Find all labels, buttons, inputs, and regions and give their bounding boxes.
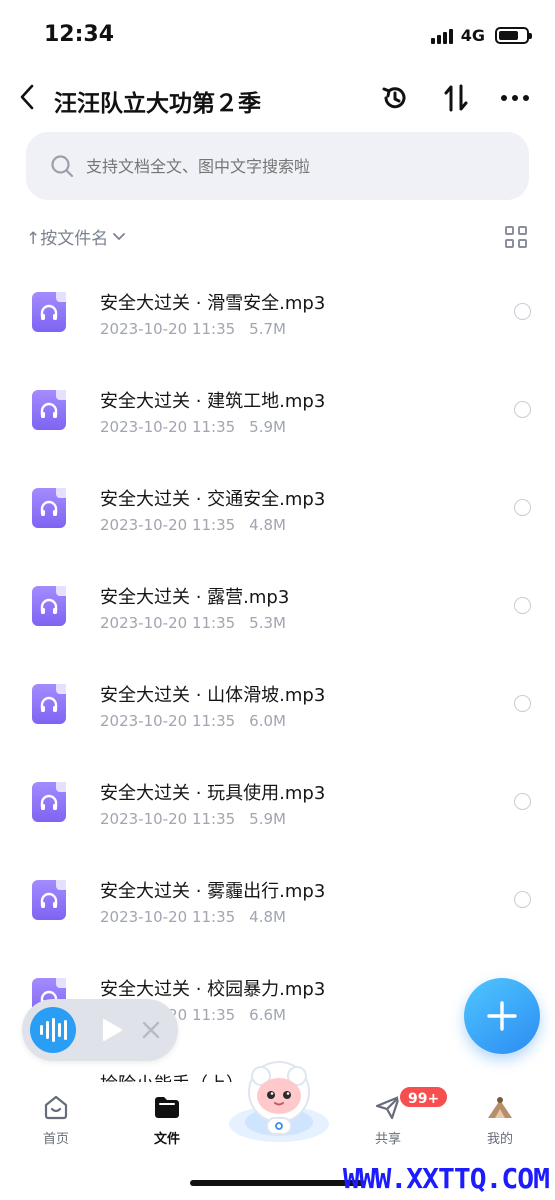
folder-icon <box>152 1092 182 1122</box>
select-checkbox[interactable] <box>514 695 531 712</box>
tab-files[interactable]: 文件 <box>132 1092 202 1147</box>
select-checkbox[interactable] <box>514 401 531 418</box>
file-size: 6.0M <box>249 712 286 730</box>
audio-mini-player[interactable] <box>22 999 178 1061</box>
audio-file-icon <box>32 586 66 626</box>
sort-order-button[interactable] <box>440 82 472 114</box>
file-name: 安全大过关 · 雾霾出行.mp3 <box>100 881 326 902</box>
file-row[interactable]: 安全大过关 · 玩具使用.mp3 2023-10-20 11:35 5.9M <box>0 752 555 850</box>
file-date: 2023-10-20 11:35 <box>100 810 236 828</box>
home-icon <box>41 1092 71 1122</box>
close-icon[interactable] <box>138 1017 164 1043</box>
audio-file-icon <box>32 292 66 332</box>
home-indicator <box>190 1180 365 1186</box>
select-checkbox[interactable] <box>514 793 531 810</box>
grid-view-icon[interactable] <box>505 226 527 248</box>
file-name: 安全大过关 · 山体滑坡.mp3 <box>100 685 326 706</box>
file-date: 2023-10-20 11:35 <box>100 712 236 730</box>
tab-profile-label: 我的 <box>486 1132 513 1147</box>
file-size: 4.8M <box>249 516 286 534</box>
tab-home-label: 首页 <box>42 1132 69 1147</box>
file-date: 2023-10-20 11:35 <box>100 516 236 534</box>
file-size: 4.8M <box>249 908 286 926</box>
tab-home[interactable]: 首页 <box>21 1092 91 1147</box>
file-size: 6.6M <box>249 1006 286 1024</box>
search-bar[interactable] <box>26 132 529 200</box>
file-meta: 2023-10-20 11:35 5.9M <box>100 418 286 436</box>
file-name: 安全大过关 · 玩具使用.mp3 <box>100 783 326 804</box>
file-meta: 2023-10-20 11:35 4.8M <box>100 908 286 926</box>
search-icon <box>51 155 74 178</box>
file-size: 5.9M <box>249 418 286 436</box>
top-bar: 汪汪队立大功第２季 <box>0 70 555 128</box>
file-row[interactable]: 安全大过关 · 交通安全.mp3 2023-10-20 11:35 4.8M <box>0 458 555 556</box>
select-checkbox[interactable] <box>514 303 531 320</box>
mascot-icon <box>229 1061 329 1142</box>
avatar <box>485 1092 515 1122</box>
status-time: 12:34 <box>44 22 115 47</box>
select-checkbox[interactable] <box>514 891 531 908</box>
file-row[interactable]: 安全大过关 · 滑雪安全.mp3 2023-10-20 11:35 5.7M <box>0 262 555 360</box>
sort-selector[interactable]: ↑按文件名 <box>26 224 126 249</box>
file-date: 2023-10-20 11:35 <box>100 908 236 926</box>
play-icon[interactable] <box>98 1017 124 1043</box>
chevron-left-icon <box>20 84 34 110</box>
network-type: 4G <box>460 26 485 45</box>
add-button[interactable] <box>464 978 540 1054</box>
file-date: 2023-10-20 11:35 <box>100 320 236 338</box>
file-row[interactable]: 安全大过关 · 露营.mp3 2023-10-20 11:35 5.3M <box>0 556 555 654</box>
file-meta: 2023-10-20 11:35 5.7M <box>100 320 286 338</box>
plus-icon <box>487 1001 517 1031</box>
select-checkbox[interactable] <box>514 499 531 516</box>
file-row[interactable]: 安全大过关 · 雾霾出行.mp3 2023-10-20 11:35 4.8M <box>0 850 555 948</box>
file-name: 安全大过关 · 交通安全.mp3 <box>100 489 326 510</box>
sort-label: ↑按文件名 <box>26 229 109 249</box>
sort-arrows-icon <box>444 84 468 112</box>
file-size: 5.3M <box>249 614 286 632</box>
file-row[interactable]: 安全大过关 · 山体滑坡.mp3 2023-10-20 11:35 6.0M <box>0 654 555 752</box>
back-button[interactable] <box>12 80 42 114</box>
file-meta: 2023-10-20 11:35 6.0M <box>100 712 286 730</box>
audio-file-icon <box>32 488 66 528</box>
chevron-down-icon <box>113 232 126 240</box>
status-bar: 12:34 4G <box>0 0 555 70</box>
search-input[interactable] <box>86 156 486 176</box>
waveform-icon[interactable] <box>30 1007 76 1053</box>
more-button[interactable] <box>499 82 531 114</box>
file-size: 5.7M <box>249 320 286 338</box>
select-checkbox[interactable] <box>514 597 531 614</box>
file-name: 安全大过关 · 滑雪安全.mp3 <box>100 293 326 314</box>
file-row[interactable]: 安全大过关 · 建筑工地.mp3 2023-10-20 11:35 5.9M <box>0 360 555 458</box>
audio-file-icon <box>32 880 66 920</box>
file-name: 安全大过关 · 建筑工地.mp3 <box>100 391 326 412</box>
tab-profile[interactable]: 我的 <box>465 1092 535 1147</box>
file-date: 2023-10-20 11:35 <box>100 614 236 632</box>
tab-files-label: 文件 <box>153 1132 180 1147</box>
audio-file-icon <box>32 782 66 822</box>
history-icon <box>382 87 406 109</box>
file-name: 安全大过关 · 校园暴力.mp3 <box>100 979 326 1000</box>
tab-share-label: 共享 <box>374 1132 401 1147</box>
file-date: 2023-10-20 11:35 <box>100 418 236 436</box>
file-meta: 2023-10-20 11:35 5.3M <box>100 614 286 632</box>
page-title: 汪汪队立大功第２季 <box>54 91 261 117</box>
battery-icon <box>495 27 532 44</box>
file-meta: 2023-10-20 11:35 5.9M <box>100 810 286 828</box>
history-button[interactable] <box>379 82 411 114</box>
file-meta: 2023-10-20 11:35 4.8M <box>100 516 286 534</box>
watermark: WWW.XXTTQ.COM <box>342 1162 550 1195</box>
share-count-badge: 99+ <box>398 1085 450 1109</box>
file-name: 安全大过关 · 露营.mp3 <box>100 587 290 608</box>
signal-icon <box>430 28 453 44</box>
mascot-button[interactable] <box>227 1058 331 1142</box>
file-size: 5.9M <box>249 810 286 828</box>
more-horizontal-icon <box>501 95 529 101</box>
status-indicators: 4G <box>430 26 532 45</box>
audio-file-icon <box>32 390 66 430</box>
audio-file-icon <box>32 684 66 724</box>
